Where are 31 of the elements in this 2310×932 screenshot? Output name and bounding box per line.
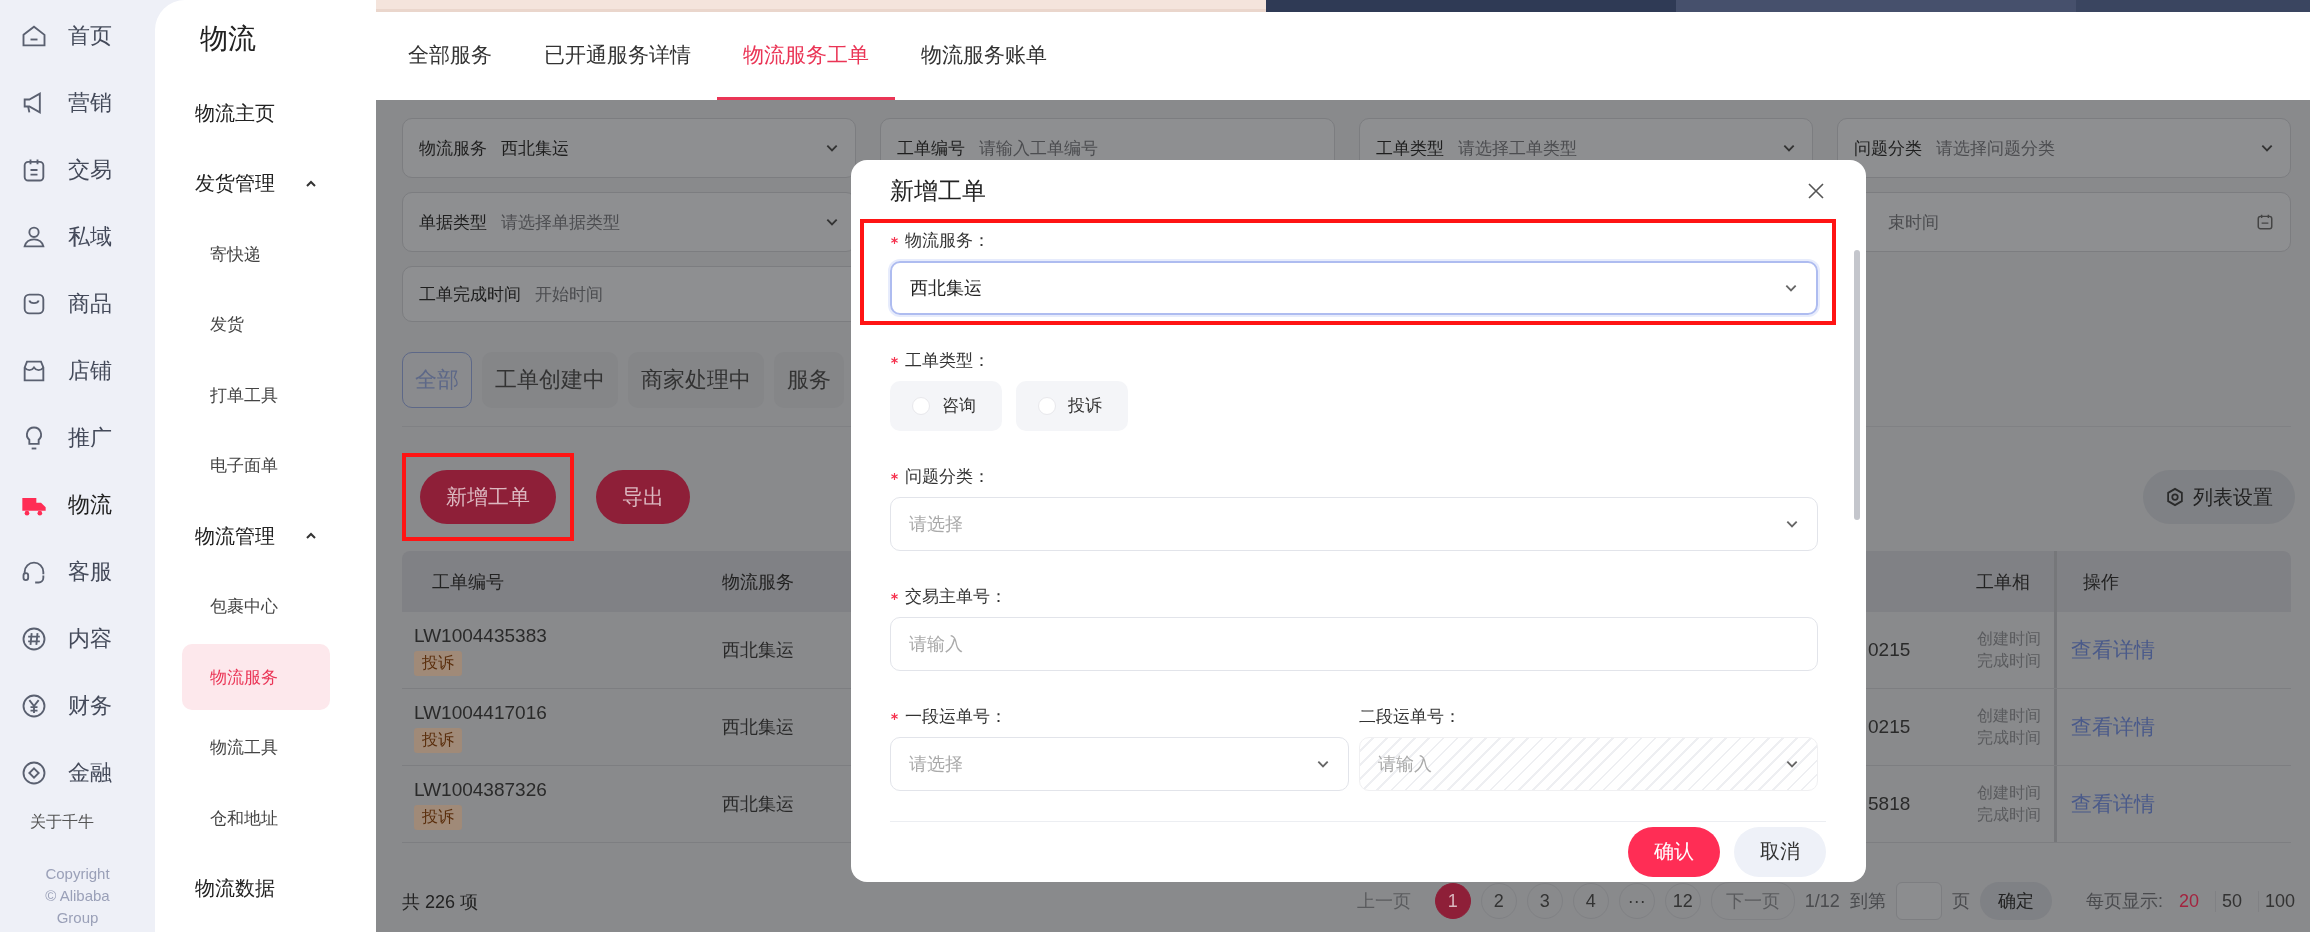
- column-header: 工单相: [1975, 570, 2031, 594]
- page-count: 1/12: [1804, 890, 1840, 912]
- goto-label: 页: [1951, 890, 1970, 913]
- field-label: 二段运单号：: [1359, 706, 1461, 729]
- type-tag: 投诉: [414, 804, 462, 830]
- field-label: 一段运单号：: [905, 706, 1007, 729]
- field-label: 问题分类：: [905, 466, 990, 489]
- table-cell-text: 西北集运: [722, 639, 794, 662]
- total-count: 共 226 项: [402, 891, 479, 914]
- dialog-title: 新增工单: [890, 176, 986, 207]
- field-label: 工单类型：: [905, 350, 990, 373]
- table-cell: 5818: [1868, 793, 1911, 815]
- order-id: LW1004435383: [414, 624, 547, 647]
- field-label: 交易主单号：: [905, 586, 1007, 609]
- table-cell-text: 西北集运: [722, 793, 794, 816]
- page-size-label: 每页显示:: [2085, 890, 2163, 913]
- table-cell: 0215: [1868, 639, 1911, 661]
- type-tag: 投诉: [414, 727, 462, 753]
- table-cell: 0215: [1868, 716, 1911, 738]
- section-title: 物流: [199, 22, 257, 56]
- copyright-text: Copyright: [44, 864, 111, 884]
- type-tag: 投诉: [414, 650, 462, 676]
- copyright-text: © Alibaba Group: [44, 886, 111, 928]
- goto-label: 到第: [1849, 890, 1886, 913]
- order-id: LW1004387326: [414, 778, 547, 801]
- table-cell-text: 西北集运: [722, 716, 794, 739]
- column-header: 工单编号: [431, 570, 505, 594]
- order-id: LW1004417016: [414, 701, 547, 724]
- column-header: 物流服务: [721, 570, 795, 594]
- field-label: 物流服务：: [905, 230, 990, 253]
- column-header: 操作: [2054, 551, 2291, 612]
